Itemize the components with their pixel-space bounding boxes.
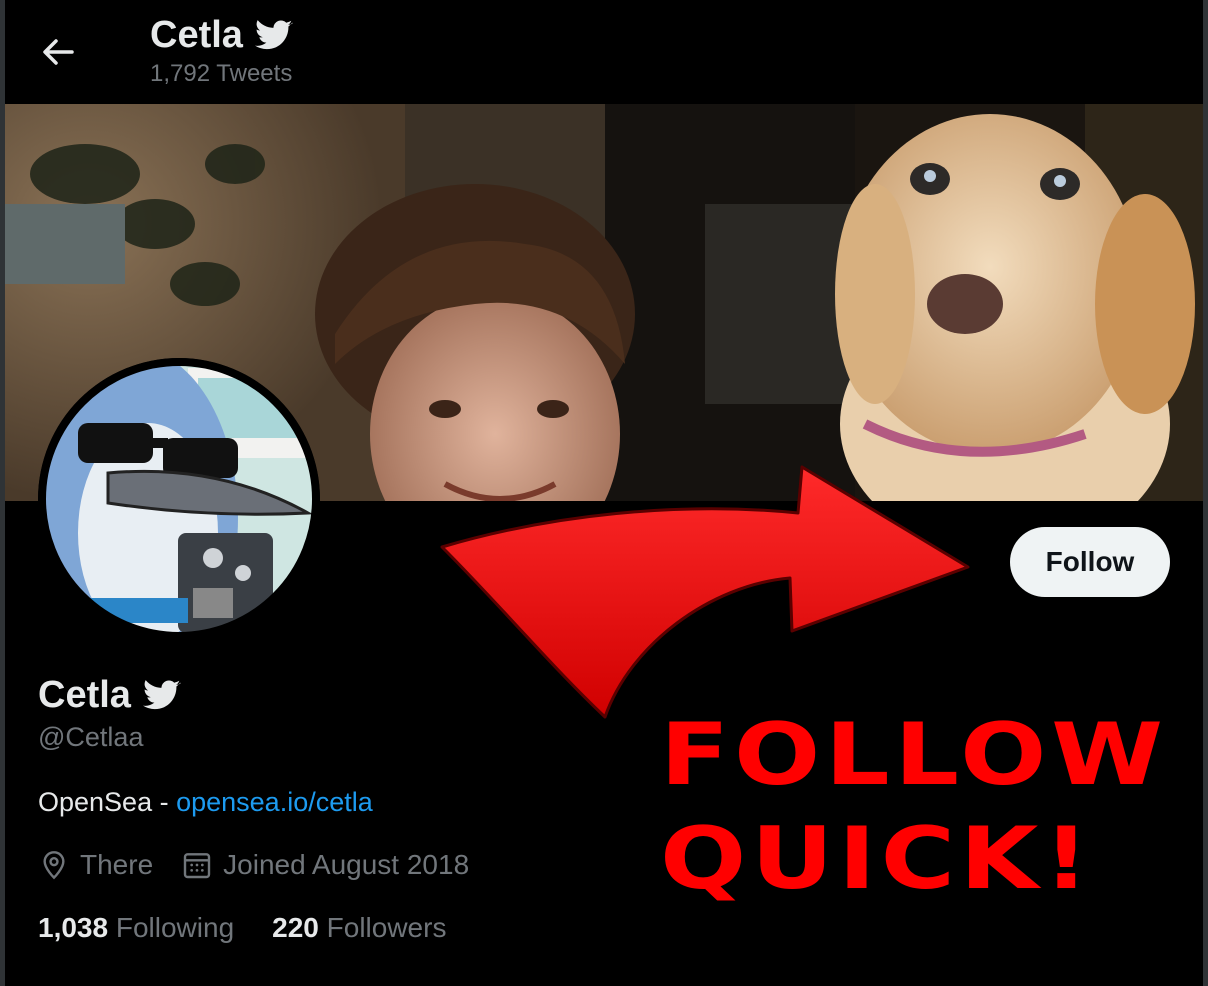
overlay-caption-line2: QUICK! — [660, 809, 1095, 909]
profile-avatar[interactable] — [38, 358, 320, 640]
bio-text: OpenSea - — [38, 787, 177, 817]
verified-bird-icon — [254, 19, 293, 49]
location-pin-icon — [43, 851, 65, 880]
follow-button[interactable]: Follow — [1010, 527, 1170, 597]
followers-link[interactable]: 220 Followers — [272, 912, 446, 944]
calendar-icon — [183, 853, 211, 879]
header-title: Cetla — [150, 14, 293, 57]
profile-name-row: Cetla — [38, 674, 181, 717]
profile-meta: There Joined August 2018 — [38, 849, 497, 881]
top-bar: Cetla 1,792 Tweets — [0, 0, 1208, 104]
joined-item: Joined August 2018 — [181, 849, 469, 881]
profile-bio: OpenSea - opensea.io/cetla — [38, 787, 373, 818]
profile-name: Cetla — [38, 674, 131, 716]
followers-label: Followers — [326, 912, 447, 943]
joined-text: Joined August 2018 — [223, 849, 470, 880]
following-link[interactable]: 1,038 Following — [38, 912, 234, 944]
profile-handle: @Cetlaa — [38, 722, 144, 752]
followers-count: 220 — [272, 912, 319, 943]
bio-link[interactable]: opensea.io/cetla — [176, 787, 373, 817]
header-name: Cetla — [150, 14, 243, 56]
location-item: There — [38, 849, 153, 881]
location-text: There — [80, 849, 154, 880]
profile-stats: 1,038 Following 220 Followers — [38, 912, 484, 944]
red-arrow-graphic — [440, 465, 970, 719]
following-label: Following — [115, 912, 235, 943]
overlay-caption-line1: FOLLOW — [660, 705, 1168, 805]
back-button[interactable] — [36, 30, 80, 74]
back-arrow-icon — [43, 39, 74, 65]
verified-bird-icon — [142, 679, 181, 709]
tweet-count: 1,792 Tweets — [150, 60, 293, 87]
following-count: 1,038 — [38, 912, 109, 943]
